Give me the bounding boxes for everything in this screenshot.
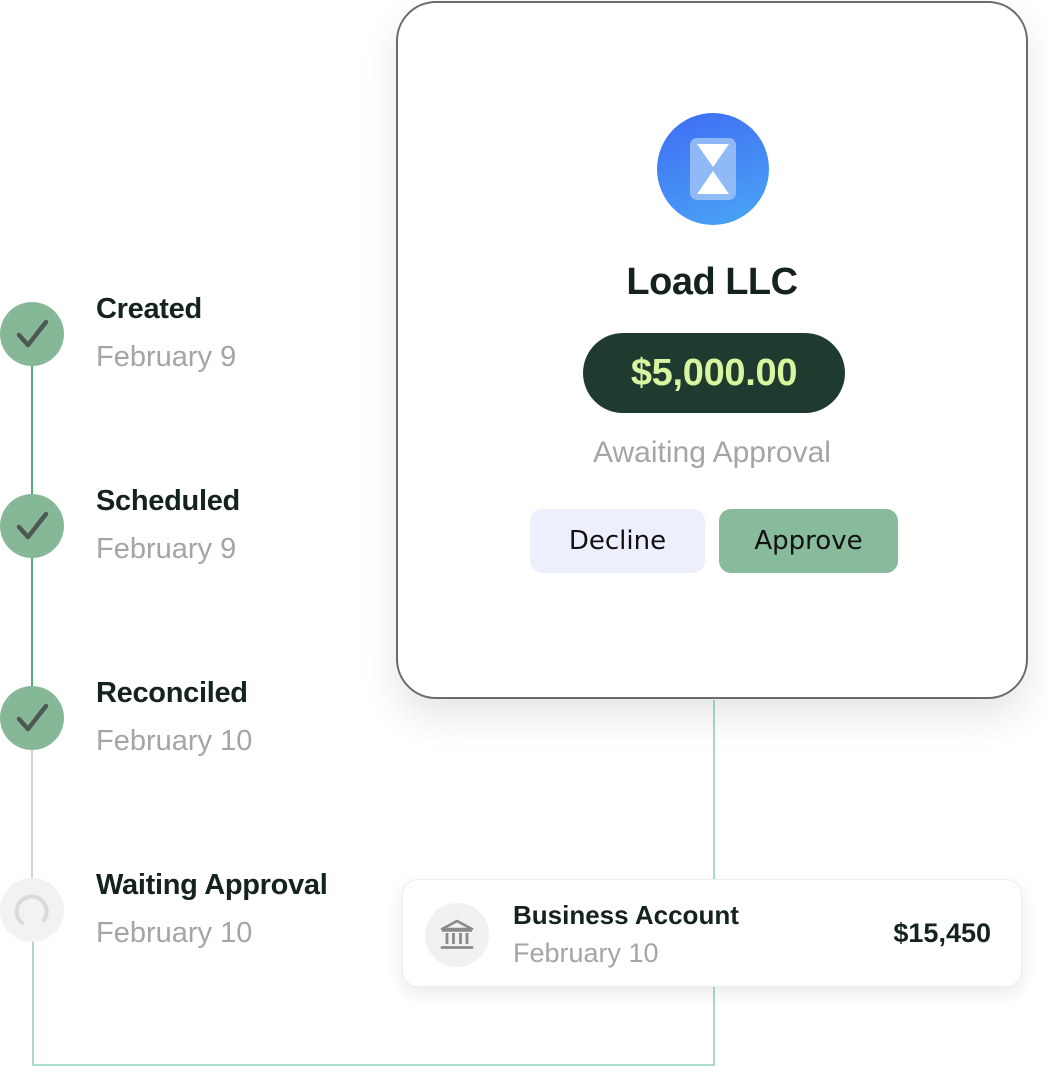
check-icon [16,703,49,732]
approve-button[interactable]: Approve [719,509,898,573]
step-title: Scheduled [96,485,240,517]
check-circle [0,686,64,750]
account-balance: $15,450 [893,918,991,948]
step-date: February 10 [96,725,253,757]
amount-value: $5,000.00 [630,351,798,394]
hourglass-icon [690,138,736,200]
check-icon [16,319,49,348]
pending-circle [0,878,64,942]
step-title: Created [96,293,202,325]
business-account-card[interactable]: Business Account February 10 $15,450 [402,879,1022,987]
decline-button[interactable]: Decline [530,509,705,573]
check-circle [0,302,64,366]
step-title: Reconciled [96,677,248,709]
step-date: February 10 [96,917,253,949]
step-date: February 9 [96,341,237,373]
step-title: Waiting Approval [96,869,328,901]
connector-line-bottom [32,1064,715,1066]
step-date: February 9 [96,533,237,565]
company-avatar [657,113,769,225]
bank-icon-circle [425,903,489,967]
amount-badge: $5,000.00 [583,333,845,413]
company-name: Load LLC [626,261,798,303]
status-text: Awaiting Approval [593,436,831,469]
approval-card: Load LLC $5,000.00 Awaiting Approval Dec… [396,1,1028,699]
account-date: February 10 [513,938,659,968]
account-title: Business Account [513,900,739,930]
check-icon [16,511,49,540]
check-circle [0,494,64,558]
bank-icon [440,919,474,949]
loading-spinner-icon [14,894,49,925]
